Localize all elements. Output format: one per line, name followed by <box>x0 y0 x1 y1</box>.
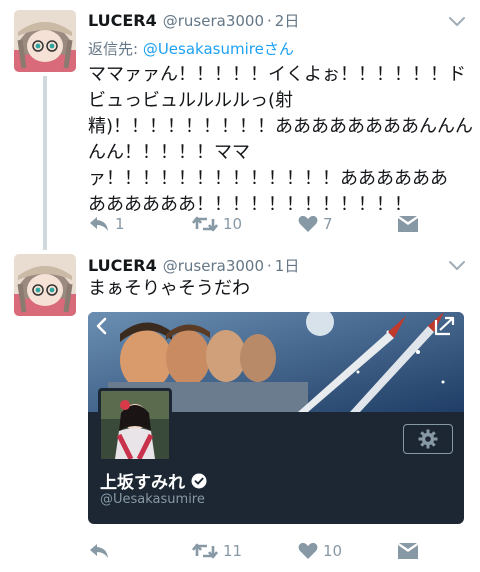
direct-message-button[interactable] <box>398 539 418 563</box>
retweet-count: 11 <box>223 542 243 560</box>
tweet-text-line: ァ！！！！！！！！！！！！！ああああああ <box>88 168 448 189</box>
like-button[interactable]: 10 <box>298 539 342 563</box>
tweet-header: LUCER4 @rusera3000 · 1日 <box>88 255 299 277</box>
retweet-count: 10 <box>223 215 243 233</box>
tweet-text: ママァァん！！！！！イくよぉ！！！！！！ド ビュっビュルルルルっ(射 精)！！！… <box>88 62 474 218</box>
reply-context: 返信先: @Uesakasumireさん <box>88 38 294 59</box>
like-count: 10 <box>323 542 343 560</box>
author-name[interactable]: LUCER4 <box>88 11 157 30</box>
card-profile-handle: @Uesakasumire <box>100 492 205 507</box>
tweet-timestamp[interactable]: 2日 <box>275 10 300 31</box>
envelope-icon <box>398 216 418 232</box>
tweet-actions: 1 10 7 <box>88 212 428 236</box>
card-profile-name[interactable]: 上坂すみれ <box>100 468 207 493</box>
chevron-down-icon[interactable] <box>448 16 466 28</box>
avatar[interactable] <box>14 254 76 316</box>
reply-icon <box>90 217 108 231</box>
separator-dot: · <box>267 12 272 30</box>
retweet-icon <box>192 543 218 559</box>
verified-badge-icon <box>191 473 207 488</box>
tweet-text-line: ビュっビュルルルルっ(射 <box>88 90 294 111</box>
tweet-text: まぁそりゃそうだわ <box>88 276 468 302</box>
author-name[interactable]: LUCER4 <box>88 256 157 275</box>
gear-icon <box>418 429 438 449</box>
tweet-text-line: まぁそりゃそうだわ <box>88 278 250 299</box>
direct-message-button[interactable] <box>398 212 418 236</box>
retweet-button[interactable]: 11 <box>192 539 242 563</box>
avatar[interactable] <box>14 10 76 72</box>
tweet-text-line: ママァァん！！！！！イくよぉ！！！！！！ド <box>88 64 466 85</box>
profile-card[interactable]: 上坂すみれ @Uesakasumire <box>88 312 464 524</box>
tweet-1[interactable]: LUCER4 @rusera3000 · 2日 返信先: @Uesakasumi… <box>0 0 480 250</box>
tweet-actions: 11 10 <box>88 539 428 563</box>
reply-count: 1 <box>115 215 125 233</box>
share-icon[interactable] <box>432 316 456 336</box>
tweet-text-line: んん！！！！！ママ <box>88 142 250 163</box>
profile-settings-button[interactable] <box>403 424 453 454</box>
chevron-down-icon[interactable] <box>448 260 466 272</box>
author-handle[interactable]: @rusera3000 <box>163 12 264 30</box>
reply-button[interactable] <box>88 539 115 563</box>
heart-icon <box>298 215 318 232</box>
reply-icon <box>90 544 108 558</box>
tweet-text-line: 精)！！！！！！！！！ああああああああんんん <box>88 116 474 137</box>
envelope-icon <box>398 543 418 559</box>
tweet-2[interactable]: LUCER4 @rusera3000 · 1日 まぁそりゃそうだわ 上坂すみれ … <box>0 250 480 572</box>
back-arrow-icon[interactable] <box>94 316 110 336</box>
tweet-timestamp[interactable]: 1日 <box>275 255 300 276</box>
reply-button[interactable]: 1 <box>88 212 125 236</box>
retweet-icon <box>192 216 218 232</box>
tweet-header: LUCER4 @rusera3000 · 2日 <box>88 10 299 32</box>
like-button[interactable]: 7 <box>298 212 333 236</box>
reply-mention-link[interactable]: @Uesakasumireさん <box>143 40 294 58</box>
heart-icon <box>298 542 318 559</box>
author-handle[interactable]: @rusera3000 <box>163 257 264 275</box>
separator-dot: · <box>267 257 272 275</box>
card-profile-avatar[interactable] <box>98 388 172 462</box>
reply-prefix: 返信先: <box>88 40 143 58</box>
card-name-text: 上坂すみれ <box>100 473 185 493</box>
retweet-button[interactable]: 10 <box>192 212 242 236</box>
thread-connector-line <box>43 76 47 250</box>
like-count: 7 <box>323 215 333 233</box>
